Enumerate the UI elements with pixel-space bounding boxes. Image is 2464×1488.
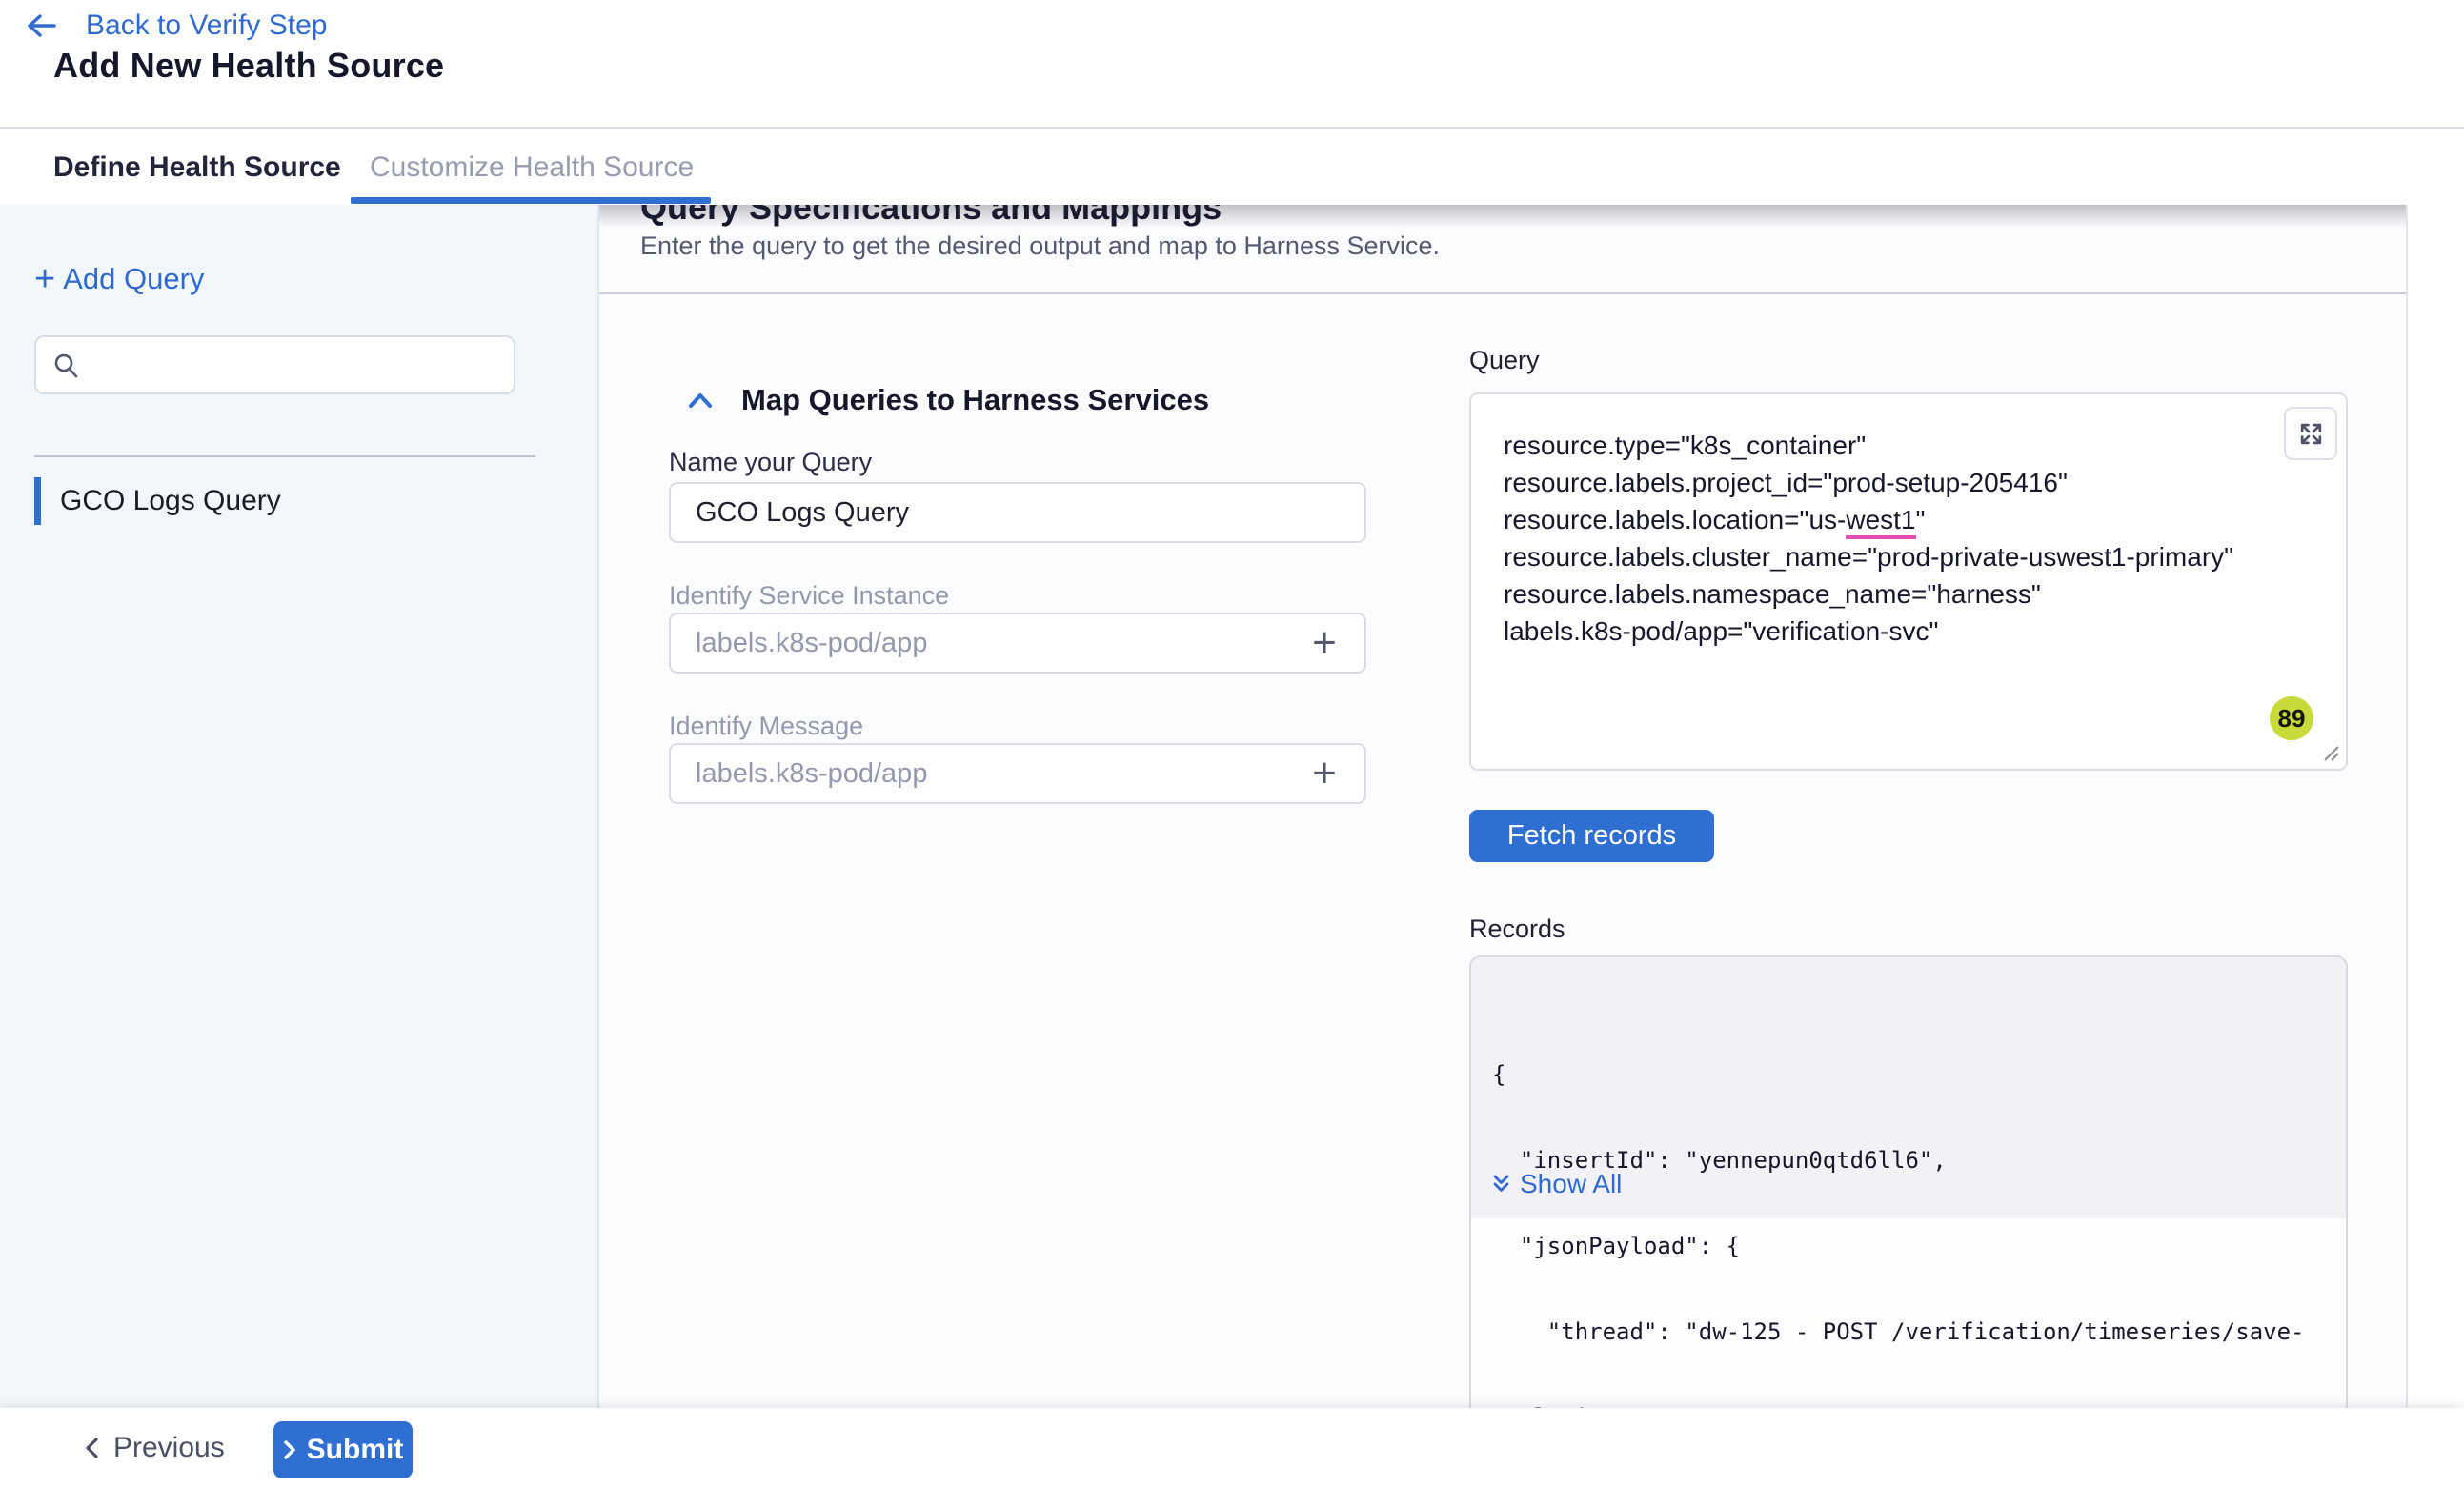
back-link-label: Back to Verify Step [86,10,327,42]
page-title: Add New Health Source [53,46,444,86]
service-instance-input[interactable] [696,618,1286,668]
query-search-input[interactable] [91,341,501,389]
query-line: labels.k8s-pod/app="verification-svc" [1504,613,2317,650]
query-line: resource.labels.project_id="prod-setup-2… [1504,464,2317,501]
expand-query-button[interactable] [2284,407,2337,460]
name-your-query-label: Name your Query [669,448,872,477]
previous-label: Previous [113,1432,225,1464]
plus-icon: + [1312,750,1337,797]
text-score-badge[interactable]: 89 [2270,696,2313,740]
query-line: resource.labels.location="us-west1" [1504,501,2317,538]
records-label: Records [1469,915,1565,944]
section-divider [599,292,2406,294]
previous-button[interactable]: Previous [84,1423,225,1473]
double-chevron-down-icon [1492,1174,1510,1195]
resize-handle[interactable] [2321,743,2342,767]
submit-button[interactable]: Submit [273,1421,413,1478]
query-code: resource.type="k8s_container" resource.l… [1504,427,2317,650]
section-title: Query Specifications and Mappings [640,205,1222,228]
tab-bar: Define Health Source Customize Health So… [0,131,2464,205]
chevron-up-icon [688,392,713,409]
app-window: + Add Query GCO Logs Query Query Specifi… [0,0,2464,1488]
query-line: resource.type="k8s_container" [1504,427,2317,464]
plus-icon: + [34,265,55,293]
query-sidebar: + Add Query GCO Logs Query [0,205,597,1488]
show-all-link[interactable]: Show All [1492,1169,1622,1199]
submit-label: Submit [307,1434,404,1466]
identify-message-field: + [669,743,1366,804]
tab-define-health-source[interactable]: Define Health Source [53,131,341,205]
map-queries-heading-label: Map Queries to Harness Services [741,383,1209,417]
record-card[interactable]: { "insertId": "yennepun0qtd6ll6", "jsonP… [1471,957,2346,1218]
expand-icon [2298,421,2324,447]
identify-message-label: Identify Message [669,712,863,741]
chevron-left-icon [84,1437,100,1459]
sidebar-divider [34,455,535,457]
service-instance-add-button[interactable]: + [1302,616,1347,670]
map-queries-heading[interactable]: Map Queries to Harness Services [688,383,1209,417]
identify-message-input[interactable] [696,749,1286,798]
section-subtitle: Enter the query to get the desired outpu… [640,231,1440,261]
service-instance-field: + [669,613,1366,674]
query-editor[interactable]: resource.type="k8s_container" resource.l… [1469,392,2348,771]
arrow-left-icon [25,11,57,40]
query-line: resource.labels.namespace_name="harness" [1504,575,2317,613]
query-search-box [34,335,515,394]
active-tab-indicator [351,197,711,204]
page-header: Back to Verify Step Add New Health Sourc… [0,0,2464,129]
show-all-label: Show All [1520,1169,1622,1199]
back-to-verify-step-link[interactable]: Back to Verify Step [25,10,327,42]
sidebar-item-gco-logs-query[interactable]: GCO Logs Query [34,476,549,526]
chevron-right-icon [283,1438,297,1461]
plus-icon: + [1312,619,1337,667]
footer-bar: Previous Submit [0,1408,2464,1488]
identify-message-add-button[interactable]: + [1302,747,1347,800]
query-label: Query [1469,346,1540,375]
query-name-input[interactable] [696,488,1286,537]
fetch-records-button[interactable]: Fetch records [1469,810,1714,862]
query-name-field [669,482,1366,543]
identify-service-instance-label: Identify Service Instance [669,581,949,611]
selected-indicator [34,477,41,525]
query-specifications-panel: Query Specifications and Mappings Enter … [597,205,2408,1488]
search-icon [53,352,80,380]
spellcheck-underline: west1 [1846,505,1915,539]
add-query-button[interactable]: + Add Query [34,262,204,296]
query-line: resource.labels.cluster_name="prod-priva… [1504,538,2317,575]
query-item-label: GCO Logs Query [60,485,281,517]
tab-customize-health-source[interactable]: Customize Health Source [370,131,694,205]
add-query-label: Add Query [63,262,204,296]
